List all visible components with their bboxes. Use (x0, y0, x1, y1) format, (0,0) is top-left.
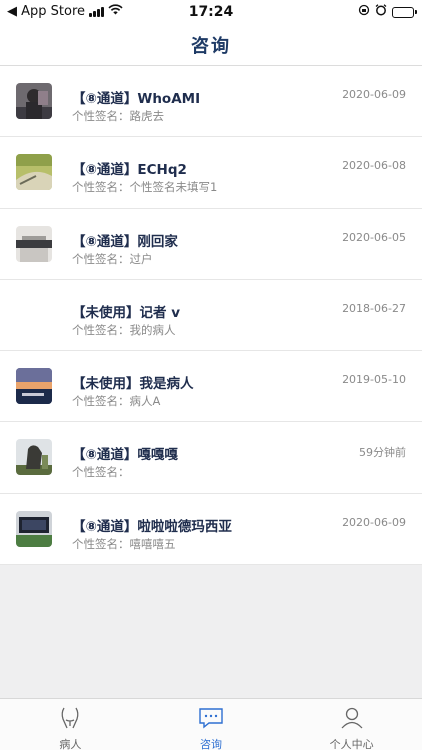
patient-name: 【未使用】我是病人 (72, 376, 194, 393)
message-date: 2019-05-10 (342, 373, 406, 387)
message-date: 2018-06-27 (342, 301, 406, 315)
avatar (16, 439, 52, 476)
list-item[interactable]: 【⑧通道】ECHq2 个性签名：个性签名未填写1 2020-06-08 (0, 137, 422, 209)
patient-name: 【未使用】记者 v (72, 304, 180, 321)
tab-label: 个人中心 (329, 738, 374, 750)
patient-name: 【⑧通道】ECHq2 (72, 162, 187, 179)
patient-name: 【⑧通道】啦啦啦德玛西亚 (72, 518, 232, 535)
patient-signature: 个性签名：我的病人 (72, 322, 176, 337)
list-item[interactable]: 【未使用】我是病人 个性签名：病人A 2019-05-10 (0, 351, 422, 423)
message-date: 2020-06-08 (342, 159, 406, 173)
screen: ◀ App Store 17:24 咨询 【⑧通道】WhoAMI 个性签名：路虎… (0, 0, 422, 750)
list-item[interactable]: 【⑧通道】WhoAMI 个性签名：路虎去 2020-06-09 (0, 66, 422, 138)
tab-profile[interactable]: 个人中心 (281, 699, 422, 750)
person-icon (340, 707, 364, 733)
patient-signature: 个性签名：病人A (72, 394, 161, 409)
message-date: 59分钟前 (359, 446, 406, 460)
patient-name: 【⑧通道】刚回家 (72, 233, 178, 250)
consultation-list: 【⑧通道】WhoAMI 个性签名：路虎去 2020-06-09 【⑧通道】ECH… (0, 66, 422, 566)
patient-signature: 个性签名：过户 (72, 251, 153, 266)
message-date: 2020-06-09 (342, 515, 406, 529)
avatar (16, 368, 52, 405)
tab-consultation[interactable]: 咨询 (141, 699, 282, 750)
tab-patients[interactable]: 病人 (0, 699, 141, 750)
patient-name: 【⑧通道】WhoAMI (72, 91, 201, 107)
navigation-bar: 咨询 (0, 24, 422, 66)
rotation-lock-icon (358, 4, 370, 20)
patient-signature: 个性签名： (72, 465, 130, 480)
patient-signature: 个性签名：嘻嘻嘻五 (72, 536, 176, 551)
patient-signature: 个性签名：路虎去 (72, 109, 164, 123)
avatar (16, 154, 52, 191)
message-date: 2020-06-09 (342, 88, 406, 101)
chat-icon (198, 707, 224, 733)
alarm-icon (375, 4, 387, 20)
status-bar: ◀ App Store 17:24 (0, 0, 422, 24)
patient-name: 【⑧通道】嘎嘎嘎 (72, 447, 178, 464)
list-item[interactable]: 【⑧通道】嘎嘎嘎 个性签名： 59分钟前 (0, 422, 422, 494)
page-title: 咨询 (191, 36, 231, 57)
list-item[interactable]: 【未使用】记者 v 个性签名：我的病人 2018-06-27 (0, 280, 422, 352)
status-icons (358, 4, 417, 20)
avatar (16, 510, 52, 547)
patient-signature: 个性签名：个性签名未填写1 (72, 180, 218, 195)
tab-bar: 病人 咨询 个人中心 (0, 698, 422, 750)
avatar (16, 83, 52, 119)
message-date: 2020-06-05 (342, 230, 406, 244)
list-item[interactable]: 【⑧通道】刚回家 个性签名：过户 2020-06-05 (0, 209, 422, 280)
tab-label: 咨询 (200, 738, 222, 750)
list-item[interactable]: 【⑧通道】啦啦啦德玛西亚 个性签名：嘻嘻嘻五 2020-06-09 (0, 494, 422, 566)
avatar (16, 225, 52, 262)
patient-icon (58, 707, 82, 733)
battery-icon (392, 6, 417, 18)
tab-label: 病人 (59, 738, 82, 750)
